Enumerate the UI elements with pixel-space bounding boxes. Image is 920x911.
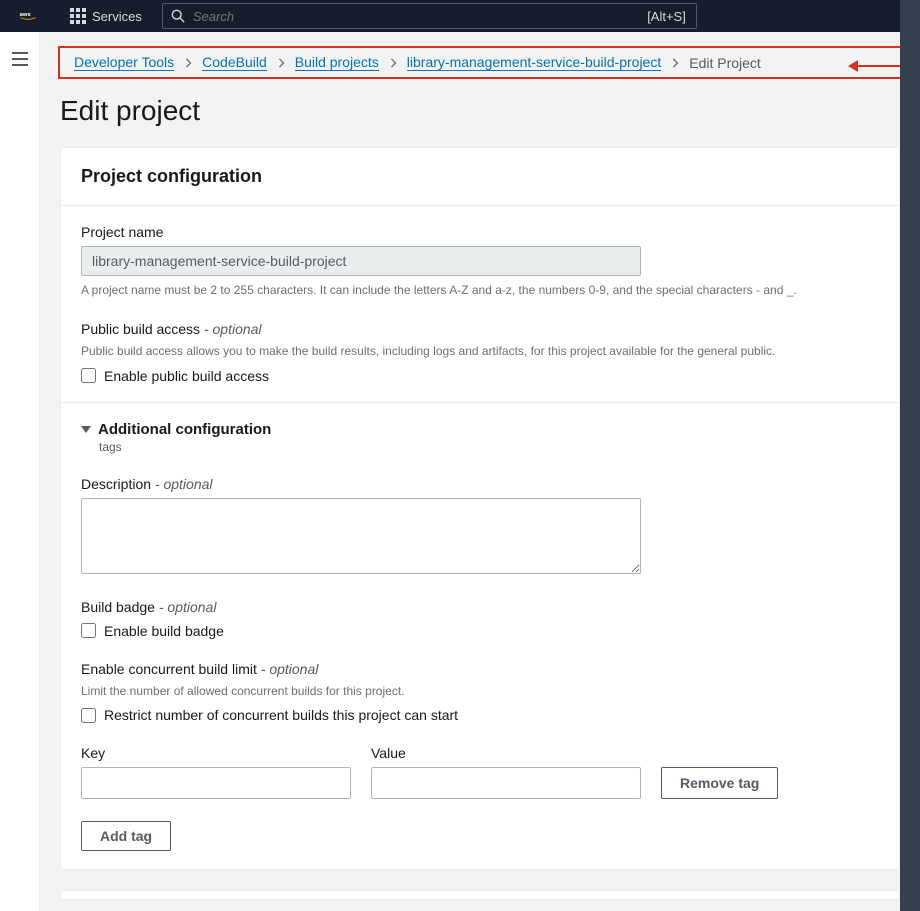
- page-title: Edit project: [40, 85, 920, 147]
- search-shortcut-hint: [Alt+S]: [637, 9, 696, 24]
- breadcrumb-link-project[interactable]: library-management-service-build-project: [407, 54, 661, 71]
- public-access-label: Public build access - optional: [81, 321, 879, 337]
- hamburger-icon: [12, 52, 28, 66]
- project-name-section: Project name A project name must be 2 to…: [61, 206, 899, 403]
- body-wrapper: Developer Tools CodeBuild Build projects…: [0, 32, 920, 911]
- hamburger-menu-button[interactable]: [12, 52, 28, 911]
- public-access-hint: Public build access allows you to make t…: [81, 343, 879, 360]
- concurrent-checkbox-label[interactable]: Restrict number of concurrent builds thi…: [104, 707, 458, 723]
- description-label: Description - optional: [81, 476, 879, 492]
- services-menu-button[interactable]: Services: [56, 0, 156, 32]
- additional-config-toggle[interactable]: Additional configuration: [81, 421, 879, 438]
- additional-config-subtitle: tags: [99, 440, 879, 454]
- project-name-input: [81, 246, 641, 276]
- main-content: Developer Tools CodeBuild Build projects…: [40, 32, 920, 911]
- concurrent-checkbox-row: Restrict number of concurrent builds thi…: [81, 707, 879, 723]
- caret-down-icon: [81, 426, 91, 433]
- top-navigation: aws Services [Alt+S]: [0, 0, 920, 32]
- build-badge-checkbox[interactable]: [81, 623, 96, 638]
- description-textarea[interactable]: [81, 498, 641, 574]
- project-name-label: Project name: [81, 224, 879, 240]
- public-access-group: Public build access - optional Public bu…: [81, 321, 879, 384]
- concurrent-label: Enable concurrent build limit - optional: [81, 661, 879, 677]
- concurrent-checkbox[interactable]: [81, 708, 96, 723]
- remove-tag-button[interactable]: Remove tag: [661, 767, 778, 799]
- panel-header-title: Project configuration: [81, 166, 879, 187]
- aws-logo[interactable]: aws: [0, 0, 56, 32]
- additional-config-section: Additional configuration tags Descriptio…: [61, 403, 899, 870]
- build-badge-label: Build badge - optional: [81, 599, 879, 615]
- description-group: Description - optional: [81, 476, 879, 577]
- svg-text:aws: aws: [20, 12, 31, 18]
- side-navigation-rail: [0, 32, 40, 911]
- breadcrumb-current: Edit Project: [689, 55, 761, 71]
- annotation-arrow: [848, 60, 908, 72]
- search-icon: [171, 9, 185, 23]
- breadcrumb: Developer Tools CodeBuild Build projects…: [58, 46, 902, 79]
- add-tag-button[interactable]: Add tag: [81, 821, 171, 851]
- tag-value-input[interactable]: [371, 767, 641, 799]
- build-badge-checkbox-label[interactable]: Enable build badge: [104, 623, 224, 639]
- search-container: [Alt+S]: [162, 3, 697, 29]
- tag-value-col: Value: [371, 745, 641, 799]
- chevron-right-icon: [277, 55, 285, 71]
- additional-config-title: Additional configuration: [98, 421, 271, 438]
- concurrent-group: Enable concurrent build limit - optional…: [81, 661, 879, 724]
- chevron-right-icon: [184, 55, 192, 71]
- tag-value-label: Value: [371, 745, 641, 761]
- project-name-hint: A project name must be 2 to 255 characte…: [81, 282, 879, 299]
- public-access-checkbox-label[interactable]: Enable public build access: [104, 368, 269, 384]
- concurrent-hint: Limit the number of allowed concurrent b…: [81, 683, 879, 700]
- tags-group: Key Value Remove tag Add tag: [81, 745, 879, 851]
- panel-header: Project configuration: [61, 148, 899, 206]
- tag-key-input[interactable]: [81, 767, 351, 799]
- right-side-strip: [900, 0, 920, 911]
- public-access-checkbox-row: Enable public build access: [81, 368, 879, 384]
- breadcrumb-link-build-projects[interactable]: Build projects: [295, 54, 379, 71]
- build-badge-checkbox-row: Enable build badge: [81, 623, 879, 639]
- build-badge-group: Build badge - optional Enable build badg…: [81, 599, 879, 639]
- breadcrumb-link-codebuild[interactable]: CodeBuild: [202, 54, 267, 71]
- tag-key-col: Key: [81, 745, 351, 799]
- services-label: Services: [92, 9, 142, 24]
- public-access-checkbox[interactable]: [81, 368, 96, 383]
- services-grid-icon: [70, 8, 86, 24]
- breadcrumb-link-developer-tools[interactable]: Developer Tools: [74, 54, 174, 71]
- aws-logo-icon: aws: [14, 11, 42, 21]
- search-input[interactable]: [193, 9, 637, 24]
- tag-key-label: Key: [81, 745, 351, 761]
- project-config-panel: Project configuration Project name A pro…: [60, 147, 900, 870]
- chevron-right-icon: [671, 55, 679, 71]
- chevron-right-icon: [389, 55, 397, 71]
- tag-input-row: Key Value Remove tag: [81, 745, 879, 799]
- next-panel-stub: [60, 890, 900, 900]
